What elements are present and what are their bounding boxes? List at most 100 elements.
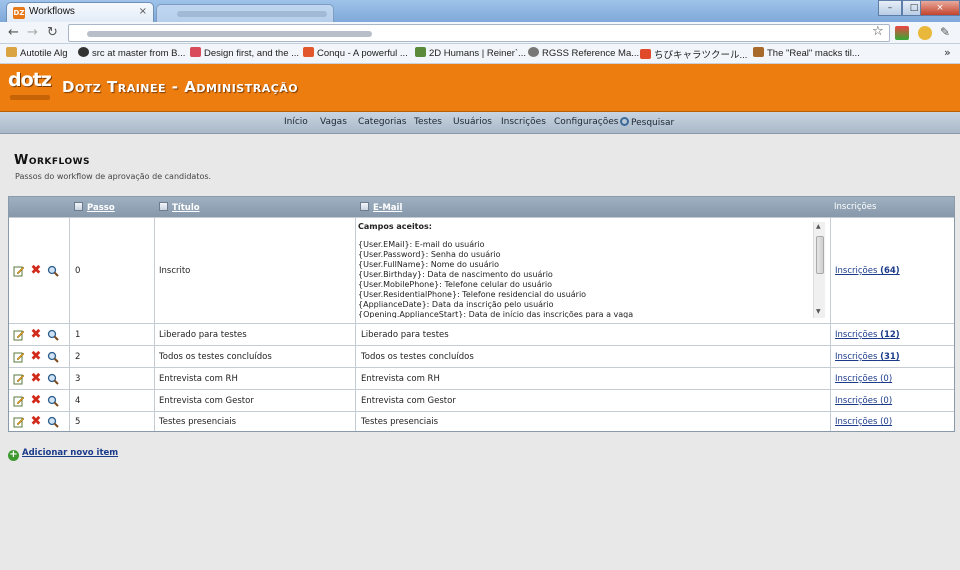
- bookmark-item[interactable]: RGSS Reference Ma...: [528, 47, 639, 59]
- magnifier-icon[interactable]: [47, 395, 59, 407]
- header-passo-link[interactable]: Passo: [87, 203, 115, 213]
- cell-titulo: Liberado para testes: [159, 330, 247, 340]
- bookmarks-overflow-icon[interactable]: »: [944, 46, 951, 59]
- reload-icon[interactable]: ↻: [47, 25, 58, 40]
- menu-pesquisar[interactable]: Pesquisar: [620, 117, 674, 128]
- textarea-scrollbar[interactable]: ▲ ▼: [813, 222, 825, 318]
- edit-icon[interactable]: [13, 416, 25, 428]
- inscricoes-count: (64): [880, 266, 900, 276]
- header-titulo-link[interactable]: Título: [172, 203, 200, 213]
- menu-configuracoes[interactable]: Configurações: [554, 117, 618, 127]
- magnifier-icon[interactable]: [47, 329, 59, 341]
- inscricoes-label: Inscrições: [835, 266, 878, 276]
- delete-icon[interactable]: ✖: [30, 328, 42, 341]
- bookmark-item[interactable]: Design first, and the ...: [190, 47, 299, 59]
- add-item-link[interactable]: + Adicionar novo item: [8, 448, 118, 461]
- forward-icon[interactable]: →: [27, 25, 38, 40]
- sort-icon: [159, 202, 168, 211]
- scroll-up-icon[interactable]: ▲: [816, 223, 821, 230]
- cell-passo: 2: [75, 352, 81, 362]
- bookmark-item[interactable]: The "Real" macks til...: [753, 47, 860, 59]
- bookmark-item[interactable]: Conqu - A powerful ...: [303, 47, 408, 59]
- email-field-line: {ApplianceDate}: Data da inscrição pelo …: [358, 300, 554, 309]
- dotz-logo[interactable]: dotz: [8, 69, 52, 107]
- cell-inscricoes: Inscrições (31): [835, 352, 900, 362]
- inscricoes-link[interactable]: Inscrições (0): [835, 396, 892, 406]
- browser-tab-active[interactable]: DZ Workflows ×: [6, 2, 154, 22]
- scroll-thumb[interactable]: [816, 236, 824, 274]
- browser-tab-inactive[interactable]: [156, 4, 334, 22]
- inscricoes-label: Inscrições: [835, 352, 878, 362]
- add-item-label[interactable]: Adicionar novo item: [22, 448, 118, 458]
- inscricoes-count: (31): [880, 352, 900, 362]
- menu-vagas[interactable]: Vagas: [320, 117, 347, 127]
- cell-passo: 5: [75, 417, 81, 427]
- bookmark-label: Conqu - A powerful ...: [317, 48, 408, 59]
- menu-inicio[interactable]: Início: [284, 117, 308, 127]
- magnifier-icon[interactable]: [47, 373, 59, 385]
- email-template-textarea[interactable]: Campos aceitos: {User.EMail}: E-mail do …: [358, 222, 826, 318]
- cell-email: Todos os testes concluídos: [361, 352, 474, 362]
- address-bar[interactable]: [68, 24, 890, 42]
- menu-usuarios[interactable]: Usuários: [453, 117, 492, 127]
- magnifier-icon[interactable]: [47, 351, 59, 363]
- edit-icon[interactable]: [13, 265, 25, 277]
- bookmark-favicon-icon: [190, 47, 201, 57]
- inscricoes-link[interactable]: Inscrições (0): [835, 417, 892, 427]
- inscricoes-link[interactable]: Inscrições (64): [835, 266, 900, 276]
- header-email[interactable]: E-Mail: [360, 202, 402, 213]
- header-passo[interactable]: Passo: [74, 202, 115, 213]
- cell-inscricoes: Inscrições (64): [835, 266, 900, 276]
- menu-testes[interactable]: Testes: [414, 117, 442, 127]
- cell-passo: 0: [75, 266, 81, 276]
- bookmark-label: Autotile Alg: [20, 48, 68, 59]
- tab-close-icon[interactable]: ×: [139, 6, 147, 17]
- header-email-link[interactable]: E-Mail: [373, 203, 402, 213]
- minimize-window-icon[interactable]: –: [878, 0, 902, 16]
- cell-inscricoes: Inscrições (0): [835, 374, 892, 384]
- menu-inscricoes[interactable]: Inscrições: [501, 117, 546, 127]
- bookmark-label: RGSS Reference Ma...: [542, 48, 640, 59]
- bookmark-label: Design first, and the ...: [204, 48, 300, 59]
- delete-icon[interactable]: ✖: [30, 350, 42, 363]
- bookmark-favicon-icon: [640, 49, 651, 59]
- header-inscricoes: Inscrições: [834, 202, 877, 212]
- bookmark-star-icon[interactable]: ☆: [872, 24, 884, 39]
- table-row: ✖ 5 Testes presenciais Testes presenciais In…: [9, 411, 954, 431]
- bookmark-item[interactable]: 2D Humans | Reiner`...: [415, 47, 526, 59]
- wrench-menu-icon[interactable]: ✎: [940, 25, 950, 39]
- scroll-down-icon[interactable]: ▼: [816, 308, 821, 315]
- magnifier-icon[interactable]: [47, 416, 59, 428]
- magnifier-icon[interactable]: [47, 265, 59, 277]
- inscricoes-link[interactable]: Inscrições (31): [835, 352, 900, 362]
- bookmark-item[interactable]: ちびキャラツクール...: [640, 47, 747, 61]
- page-title: Workflows: [14, 153, 91, 168]
- bookmark-item[interactable]: src at master from B...: [78, 47, 185, 59]
- table-row: ✖ 3 Entrevista com RH Entrevista com RH Insc…: [9, 367, 954, 389]
- header-titulo[interactable]: Título: [159, 202, 200, 213]
- inscricoes-count: (0): [880, 417, 893, 427]
- inscricoes-link[interactable]: Inscrições (12): [835, 330, 900, 340]
- back-icon[interactable]: ←: [8, 25, 19, 40]
- edit-icon[interactable]: [13, 395, 25, 407]
- delete-icon[interactable]: ✖: [30, 264, 42, 277]
- cell-passo: 4: [75, 396, 81, 406]
- inscricoes-link[interactable]: Inscrições (0): [835, 374, 892, 384]
- table-row: ✖ 2 Todos os testes concluídos Todos os tes…: [9, 345, 954, 367]
- delete-icon[interactable]: ✖: [30, 372, 42, 385]
- delete-icon[interactable]: ✖: [30, 415, 42, 428]
- bookmark-item[interactable]: Autotile Alg: [6, 47, 68, 59]
- close-window-icon[interactable]: ×: [920, 0, 960, 16]
- extension-basket-icon[interactable]: [918, 26, 932, 40]
- edit-icon[interactable]: [13, 351, 25, 363]
- edit-icon[interactable]: [13, 373, 25, 385]
- delete-icon[interactable]: ✖: [30, 394, 42, 407]
- inscricoes-label: Inscrições: [835, 417, 878, 427]
- extension-icon[interactable]: [895, 26, 909, 40]
- cell-inscricoes: Inscrições (12): [835, 330, 900, 340]
- menu-categorias[interactable]: Categorias: [358, 117, 407, 127]
- cell-titulo: Testes presenciais: [159, 417, 237, 427]
- inscricoes-count: (0): [880, 374, 893, 384]
- inscricoes-label: Inscrições: [835, 330, 878, 340]
- edit-icon[interactable]: [13, 329, 25, 341]
